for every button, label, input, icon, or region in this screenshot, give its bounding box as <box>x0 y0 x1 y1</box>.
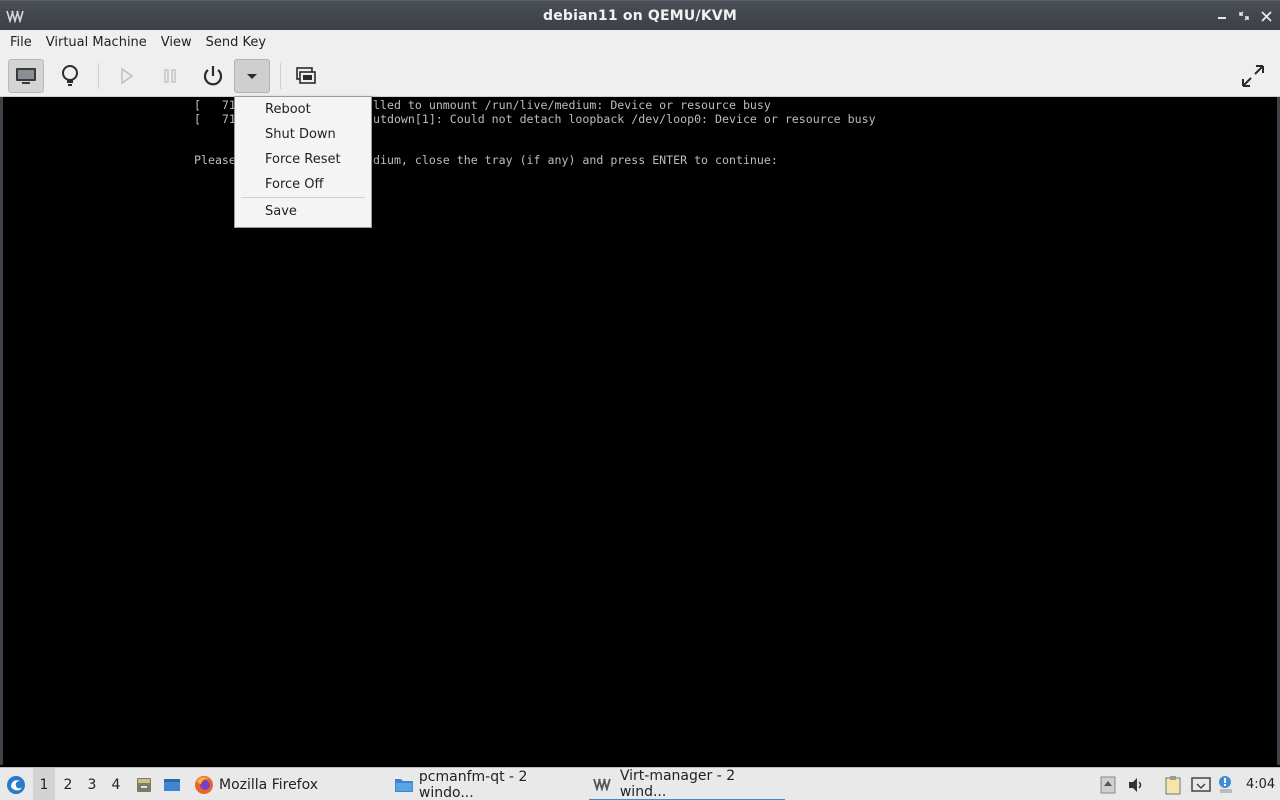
shutdown-button[interactable] <box>195 59 231 93</box>
folder-icon <box>394 778 413 792</box>
console-line: [ 71 <box>194 112 236 126</box>
snapshots-icon <box>296 67 316 84</box>
menu-file[interactable]: File <box>3 30 39 55</box>
menu-virtual-machine[interactable]: Virtual Machine <box>39 30 154 55</box>
toolbar <box>0 55 1280 97</box>
shutdown-menu-button[interactable] <box>234 59 270 93</box>
start-menu-button[interactable] <box>4 768 28 800</box>
clipboard-icon <box>1165 775 1181 794</box>
window-title: debian11 on QEMU/KVM <box>542 7 738 24</box>
task-mozilla-firefox[interactable]: Mozilla Firefox <box>190 768 385 800</box>
menu-separator <box>241 197 365 198</box>
task-pcmanfm-qt[interactable]: pcmanfm-qt - 2 windo... <box>390 768 586 800</box>
desktop-2-button[interactable]: 2 <box>57 768 79 800</box>
menu-item-force-off[interactable]: Force Off <box>265 177 324 192</box>
console-view-button[interactable] <box>8 59 44 93</box>
details-view-button[interactable] <box>52 59 88 93</box>
clipboard-button[interactable] <box>1163 768 1183 800</box>
console-line: lled to unmount /run/live/medium: Device… <box>373 98 771 112</box>
task-label: Virt-manager - 2 wind... <box>619 767 736 800</box>
tray-arrow-icon <box>1100 776 1116 793</box>
file-manager-launcher[interactable] <box>134 768 154 800</box>
lxqt-logo-icon <box>7 775 25 794</box>
file-cabinet-icon <box>137 777 151 792</box>
console-line: dium, close the tray (if any) and press … <box>373 153 778 167</box>
power-icon <box>203 66 223 86</box>
menu-view[interactable]: View <box>154 30 199 55</box>
tray-expand-button[interactable] <box>1098 768 1118 800</box>
volume-icon <box>1129 777 1142 792</box>
clock[interactable]: 4:04 <box>1246 768 1275 800</box>
menu-item-save[interactable]: Save <box>265 204 297 219</box>
desktop-icon <box>164 778 180 791</box>
pause-button[interactable] <box>152 59 188 93</box>
task-label: Mozilla Firefox <box>219 776 319 793</box>
monitor-icon <box>16 68 36 84</box>
menu-item-shut-down[interactable]: Shut Down <box>265 127 336 142</box>
firefox-icon <box>195 775 213 794</box>
desktop-1-button[interactable]: 1 <box>33 768 55 800</box>
console-line: Please <box>194 153 236 167</box>
title-bar: debian11 on QEMU/KVM <box>0 0 1280 30</box>
task-virt-manager[interactable]: Virt-manager - 2 wind... <box>589 768 785 800</box>
close-icon[interactable] <box>1258 7 1274 25</box>
network-icon <box>1191 776 1211 792</box>
task-label: pcmanfm-qt - 2 windo... <box>418 768 528 800</box>
fullscreen-icon <box>1242 65 1264 87</box>
show-desktop-button[interactable] <box>162 768 182 800</box>
virt-manager-icon <box>593 778 611 791</box>
minimize-icon[interactable] <box>1214 7 1230 25</box>
network-button[interactable] <box>1190 768 1212 800</box>
desktop-3-button[interactable]: 3 <box>81 768 103 800</box>
menu-send-key[interactable]: Send Key <box>199 30 273 55</box>
lightbulb-icon <box>62 65 78 86</box>
virt-manager-app-icon[interactable] <box>6 9 26 23</box>
menu-bar: File Virtual Machine View Send Key <box>0 30 1280 55</box>
volume-button[interactable] <box>1126 768 1146 800</box>
notification-icon <box>1219 775 1232 793</box>
vm-console[interactable]: [ 71 [ 71 Please lled to unmount /run/li… <box>3 97 1277 765</box>
menu-item-reboot[interactable]: Reboot <box>265 102 311 117</box>
run-button[interactable] <box>108 59 144 93</box>
notification-button[interactable] <box>1216 768 1236 800</box>
taskbar: 1 2 3 4 Mozilla Firefox pcmanfm-qt - 2 w… <box>0 767 1280 800</box>
console-line: utdown[1]: Could not detach loopback /de… <box>373 112 876 126</box>
console-line: [ 71 <box>194 98 236 112</box>
play-icon <box>121 67 134 85</box>
desktop-4-button[interactable]: 4 <box>105 768 127 800</box>
pause-icon <box>164 69 176 83</box>
restore-icon[interactable] <box>1236 7 1252 25</box>
snapshots-button[interactable] <box>288 59 324 93</box>
shutdown-dropdown-menu: Reboot Shut Down Force Reset Force Off S… <box>234 96 372 228</box>
fullscreen-button[interactable] <box>1235 59 1271 93</box>
chevron-down-icon <box>247 74 257 79</box>
menu-item-force-reset[interactable]: Force Reset <box>265 152 341 167</box>
